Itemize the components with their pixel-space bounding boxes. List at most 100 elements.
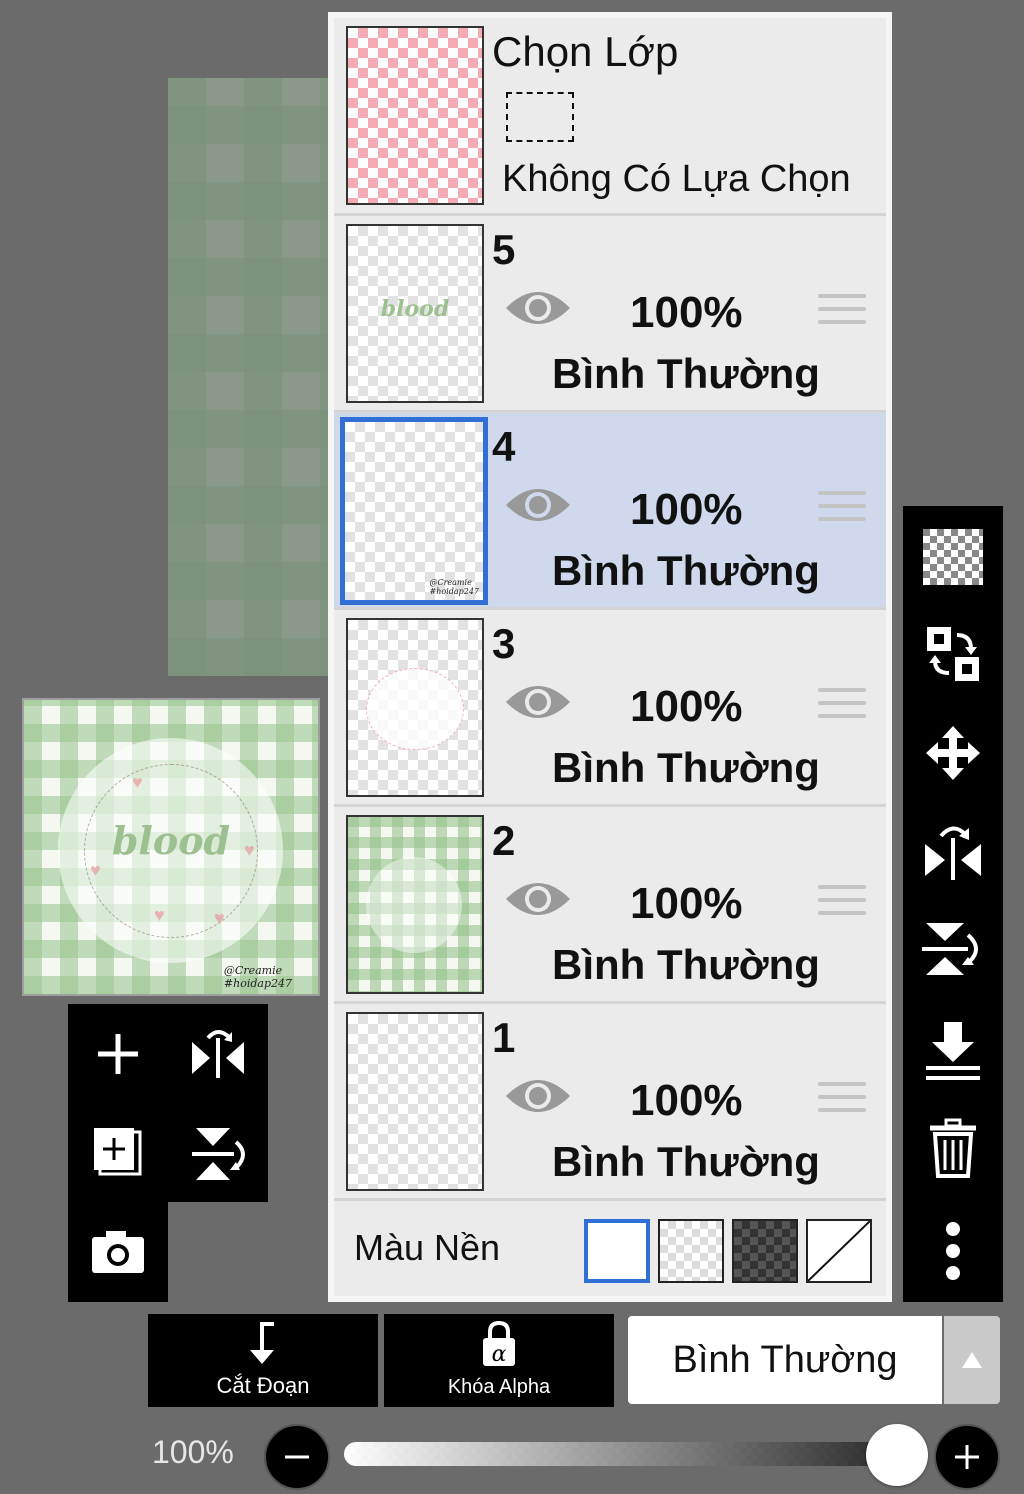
flip-horizontal-button[interactable] <box>168 1004 268 1104</box>
layer-row[interactable]: blood 5 100% Bình Thường <box>334 216 886 413</box>
duplicate-layer-icon <box>94 1128 142 1176</box>
layer-opacity: 100% <box>630 485 743 534</box>
canvas-area[interactable] <box>168 78 330 676</box>
opacity-value-label: 100% <box>152 1434 234 1470</box>
swap-layer-button[interactable] <box>903 610 1003 700</box>
more-vertical-icon <box>946 1222 960 1280</box>
layer-opacity: 100% <box>630 288 743 337</box>
duplicate-layer-button[interactable] <box>68 1104 168 1204</box>
layer-thumbnail: blood <box>346 224 484 403</box>
background-none-swatch[interactable] <box>806 1219 872 1283</box>
visibility-toggle[interactable] <box>504 483 572 532</box>
drag-handle-icon[interactable] <box>818 1082 866 1121</box>
selection-layer-title: Chọn Lớp <box>492 28 679 75</box>
drag-handle-icon[interactable] <box>818 294 866 333</box>
chevron-up-icon <box>962 1352 982 1368</box>
signature-line-1: @Creamie <box>429 578 472 587</box>
background-dark-checker-swatch[interactable] <box>732 1219 798 1283</box>
layer-opacity: 100% <box>630 879 743 928</box>
opacity-decrease-button[interactable] <box>264 1424 330 1490</box>
layer-thumbnail-circle <box>366 857 462 953</box>
eye-icon <box>506 489 570 521</box>
visibility-toggle[interactable] <box>504 1074 572 1123</box>
background-color-row: Màu Nền <box>334 1201 886 1296</box>
visibility-toggle[interactable] <box>504 286 572 335</box>
flip-vertical-button[interactable] <box>168 1104 268 1204</box>
layer-blend-mode: Bình Thường <box>552 941 820 988</box>
flip-horizontal-icon <box>192 1030 244 1078</box>
minus-icon <box>285 1455 309 1459</box>
heart-icon: ♥ <box>132 772 143 792</box>
layer-number: 3 <box>492 620 516 667</box>
drag-handle-icon[interactable] <box>818 491 866 530</box>
heart-icon: ♥ <box>214 908 225 928</box>
opacity-slider-track[interactable] <box>344 1442 900 1466</box>
layer-row[interactable]: 2 100% Bình Thường <box>334 807 886 1004</box>
eye-icon <box>506 292 570 324</box>
layer-thumbnail: @Creamie #hoidap247 <box>340 417 488 605</box>
plus-icon <box>98 1034 138 1074</box>
move-button[interactable] <box>903 708 1003 798</box>
layer-opacity: 100% <box>630 1076 743 1125</box>
merge-down-icon <box>926 1022 980 1080</box>
background-white-swatch[interactable] <box>584 1219 650 1283</box>
flip-vertical-button[interactable] <box>903 904 1003 994</box>
flip-horizontal-button[interactable] <box>903 806 1003 896</box>
layer-thumbnail-signature: @Creamie #hoidap247 <box>429 578 479 596</box>
background-color-label: Màu Nền <box>354 1227 501 1268</box>
signature-line-1: @Creamie <box>223 964 283 977</box>
plus-icon <box>955 1445 979 1469</box>
layer-number: 5 <box>492 226 516 273</box>
layer-number: 2 <box>492 817 516 864</box>
layer-blend-mode: Bình Thường <box>552 350 820 397</box>
camera-icon <box>92 1231 144 1273</box>
merge-down-button[interactable] <box>903 1006 1003 1096</box>
swap-icon <box>927 627 979 681</box>
layer-number: 1 <box>492 1014 516 1061</box>
transparency-button[interactable] <box>903 512 1003 602</box>
layer-row-selected[interactable]: @Creamie #hoidap247 4 100% Bình Thường <box>334 413 886 610</box>
checker-icon <box>923 529 983 585</box>
layer-blend-mode: Bình Thường <box>552 744 820 791</box>
eye-icon <box>506 883 570 915</box>
delete-layer-button[interactable] <box>903 1104 1003 1194</box>
visibility-toggle[interactable] <box>504 680 572 729</box>
canvas-preview: ♥ ♥ ♥ ♥ ♥ blood @Creamie #hoidap247 <box>22 698 320 996</box>
flip-vertical-icon <box>192 1128 245 1180</box>
layer-thumbnail-text: blood <box>380 296 450 322</box>
svg-text:α: α <box>492 1342 507 1367</box>
layer-thumbnail-ring <box>366 668 464 750</box>
layers-panel: Chọn Lớp Không Có Lựa Chọn blood 5 100% … <box>328 12 892 1302</box>
layer-row[interactable]: 3 100% Bình Thường <box>334 610 886 807</box>
heart-icon: ♥ <box>90 860 101 880</box>
alpha-lock-label: Khóa Alpha <box>447 1376 551 1398</box>
camera-button[interactable] <box>68 1202 168 1302</box>
selection-layer-subtitle: Không Có Lựa Chọn <box>502 158 851 200</box>
layer-blend-mode: Bình Thường <box>552 1138 820 1185</box>
preview-word: blood <box>111 818 231 863</box>
opacity-slider-thumb[interactable] <box>866 1424 928 1486</box>
blend-mode-dropdown-button[interactable] <box>944 1316 1000 1404</box>
left-toolbar-extra <box>68 1202 168 1302</box>
flip-vertical-icon <box>922 923 978 975</box>
visibility-toggle[interactable] <box>504 877 572 926</box>
alpha-lock-button[interactable]: α Khóa Alpha <box>384 1314 614 1407</box>
background-light-checker-swatch[interactable] <box>658 1219 724 1283</box>
layer-thumbnail <box>346 1012 484 1191</box>
opacity-increase-button[interactable] <box>934 1424 1000 1490</box>
clipping-icon <box>250 1322 274 1364</box>
layer-thumbnail <box>346 815 484 994</box>
heart-icon: ♥ <box>154 905 165 925</box>
blend-mode-selector[interactable]: Bình Thường <box>628 1316 942 1404</box>
add-layer-button[interactable] <box>68 1004 168 1104</box>
more-options-button[interactable] <box>903 1206 1003 1296</box>
layer-row[interactable]: 1 100% Bình Thường <box>334 1004 886 1201</box>
eye-icon <box>506 1080 570 1112</box>
drag-handle-icon[interactable] <box>818 688 866 727</box>
left-toolbar <box>68 1004 268 1202</box>
drag-handle-icon[interactable] <box>818 885 866 924</box>
clipping-label: Cắt Đoạn <box>216 1373 310 1398</box>
selection-layer-row[interactable]: Chọn Lớp Không Có Lựa Chọn <box>334 18 886 216</box>
layer-number: 4 <box>492 423 516 470</box>
clipping-button[interactable]: Cắt Đoạn <box>148 1314 378 1407</box>
